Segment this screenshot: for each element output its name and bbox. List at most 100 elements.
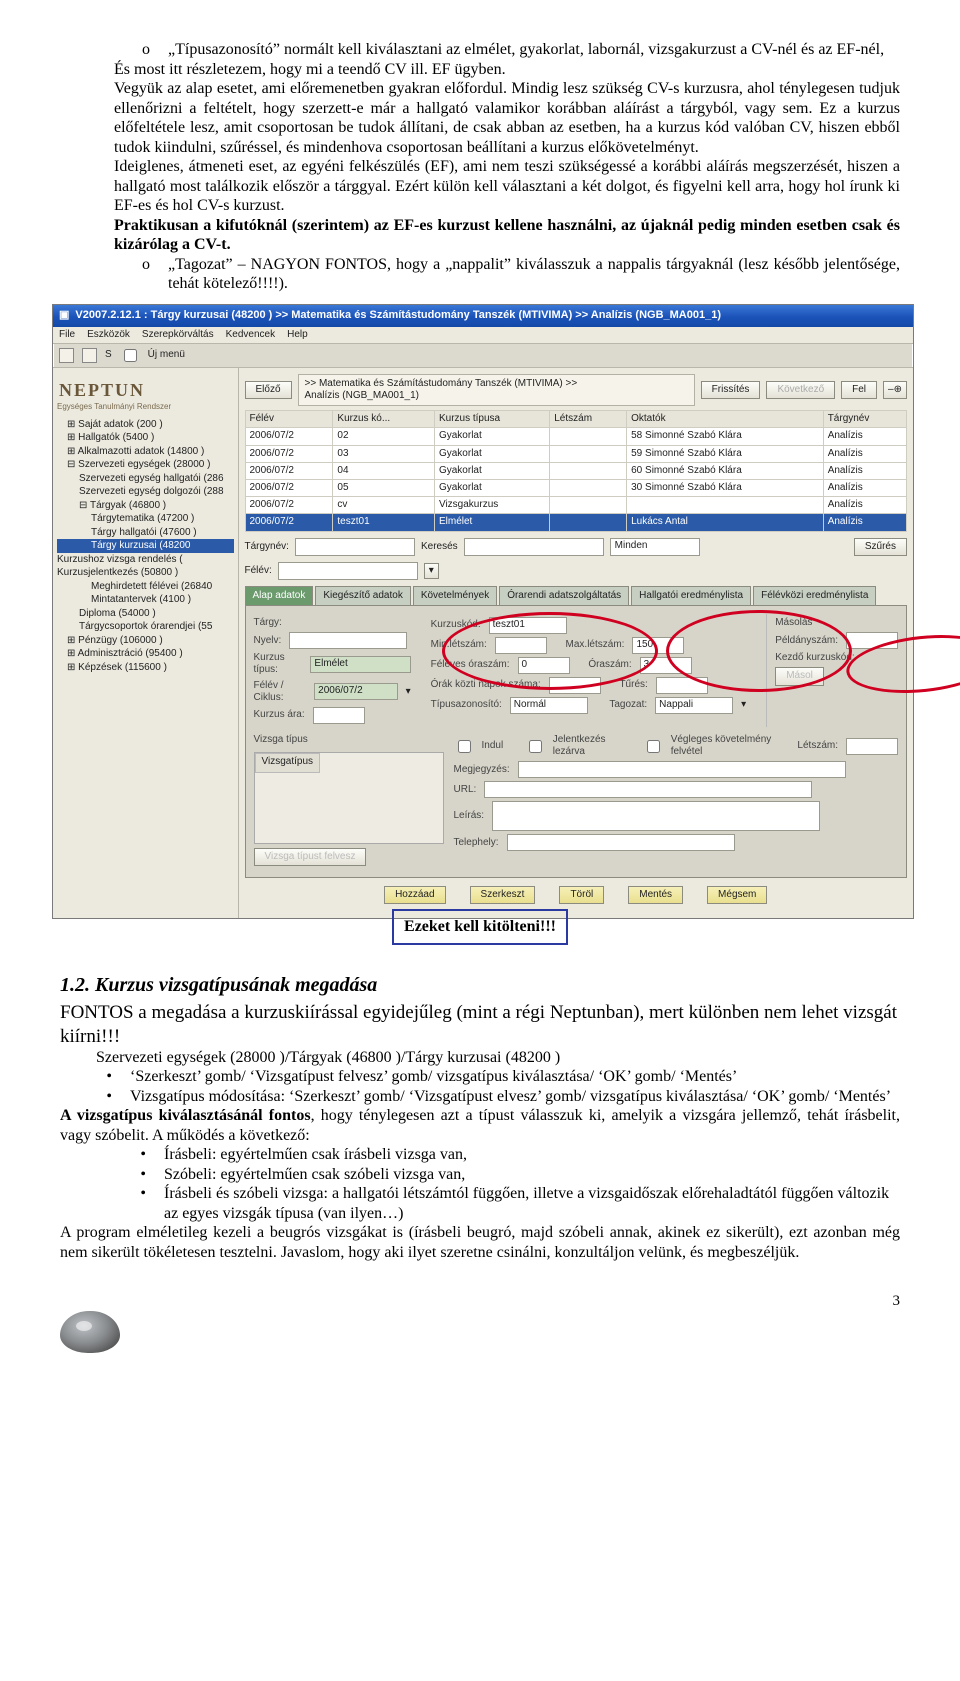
menu-help[interactable]: Help: [287, 329, 308, 341]
toolbar-fwd-icon[interactable]: [82, 348, 97, 363]
prev-button[interactable]: Előző: [245, 381, 292, 399]
grid-cell[interactable]: 2006/07/2: [245, 497, 333, 514]
tree-item[interactable]: Tárgytematika (47200 ): [57, 512, 234, 526]
grid-cell[interactable]: [550, 480, 627, 497]
fld-tagozat[interactable]: Nappali: [655, 697, 733, 714]
grid-cell[interactable]: [550, 462, 627, 479]
fld-nyelv[interactable]: [289, 632, 407, 649]
tree-item[interactable]: ⊞ Adminisztráció (95400 ): [57, 647, 234, 661]
tab-kovet[interactable]: Követelmények: [413, 586, 497, 605]
grid-cell[interactable]: [627, 497, 824, 514]
grid-header[interactable]: Kurzus kó...: [333, 411, 435, 428]
tab-hallgatoi[interactable]: Hallgatói eredménylista: [631, 586, 751, 605]
btn-mentes[interactable]: Mentés: [628, 886, 683, 904]
tree-item[interactable]: Tárgy hallgatói (47600 ): [57, 526, 234, 540]
tab-orarend[interactable]: Órarendi adatszolgáltatás: [499, 586, 629, 605]
btn-szerkeszt[interactable]: Szerkeszt: [470, 886, 536, 904]
grid-cell[interactable]: 60 Simonné Szabó Klára: [627, 462, 824, 479]
tree-item[interactable]: ⊞ Saját adatok (200 ): [57, 418, 234, 432]
menu-file[interactable]: File: [59, 329, 75, 341]
grid-cell[interactable]: [550, 514, 627, 531]
grid-cell[interactable]: [550, 428, 627, 445]
fld-megj[interactable]: [518, 761, 846, 778]
menu-role[interactable]: Szerepkörváltás: [142, 329, 214, 341]
grid-cell[interactable]: 2006/07/2: [245, 514, 333, 531]
grid-cell[interactable]: Gyakorlat: [434, 480, 549, 497]
grid-cell[interactable]: Analízis: [823, 462, 906, 479]
grid-cell[interactable]: Analízis: [823, 514, 906, 531]
semester-dd-icon[interactable]: ▾: [424, 563, 439, 579]
tree-item[interactable]: Diploma (54000 ): [57, 607, 234, 621]
grid-cell[interactable]: 58 Simonné Szabó Klára: [627, 428, 824, 445]
tree-item[interactable]: ⊟ Tárgyak (46800 ): [57, 499, 234, 513]
tree-item[interactable]: Szervezeti egység hallgatói (286: [57, 472, 234, 486]
tree-item[interactable]: Tárgy kurzusai (48200: [57, 539, 234, 553]
grid-header[interactable]: Létszám: [550, 411, 627, 428]
up-button[interactable]: Fel: [841, 381, 877, 399]
grid-header[interactable]: Félév: [245, 411, 333, 428]
tree-item[interactable]: ⊞ Pénzügy (106000 ): [57, 634, 234, 648]
tree-item[interactable]: Kurzusjelentkezés (50800 ): [57, 566, 234, 580]
vizsga-listbox[interactable]: Vizsgatípus: [254, 752, 444, 844]
tab-felevkozi[interactable]: Félévközi eredménylista: [753, 586, 876, 605]
fld-tipus[interactable]: Normál: [510, 697, 588, 714]
semester-input[interactable]: [278, 562, 418, 580]
grid-cell[interactable]: Vizsgakurzus: [434, 497, 549, 514]
nav-tree[interactable]: ⊞ Saját adatok (200 )⊞ Hallgatók (5400 )…: [57, 418, 234, 675]
chk-indul[interactable]: [458, 740, 471, 753]
tree-item[interactable]: Tárgycsoportok órarendjei (55: [57, 620, 234, 634]
dd-icon[interactable]: ▾: [406, 686, 411, 698]
filter-minden[interactable]: Minden: [610, 538, 700, 556]
fld-kurzustip[interactable]: Elmélet: [310, 656, 410, 673]
fld-telep[interactable]: [507, 834, 735, 851]
grid-cell[interactable]: 04: [333, 462, 435, 479]
pin-icon[interactable]: –⊕: [883, 381, 907, 399]
filter-targynev-input[interactable]: [295, 538, 415, 556]
fld-url[interactable]: [484, 781, 812, 798]
menu-tools[interactable]: Eszközök: [87, 329, 130, 341]
btn-hozzaad[interactable]: Hozzáad: [384, 886, 445, 904]
grid-cell[interactable]: 03: [333, 445, 435, 462]
grid-cell[interactable]: [550, 497, 627, 514]
chk-lezarva[interactable]: [529, 740, 542, 753]
toolbar-back-icon[interactable]: [59, 348, 74, 363]
grid-cell[interactable]: Gyakorlat: [434, 445, 549, 462]
toolbar-check[interactable]: [124, 349, 137, 362]
btn-megsem[interactable]: Mégsem: [707, 886, 767, 904]
grid-cell[interactable]: Gyakorlat: [434, 462, 549, 479]
tree-item[interactable]: ⊞ Alkalmazotti adatok (14800 ): [57, 445, 234, 459]
tree-item[interactable]: Szervezeti egység dolgozói (288: [57, 485, 234, 499]
tree-item[interactable]: ⊞ Képzések (115600 ): [57, 661, 234, 675]
tab-alap[interactable]: Alap adatok: [245, 586, 314, 605]
grid-cell[interactable]: Analízis: [823, 497, 906, 514]
tab-kieg[interactable]: Kiegészítő adatok: [315, 586, 411, 605]
grid-header[interactable]: Tárgynév: [823, 411, 906, 428]
fld-letszam[interactable]: [846, 738, 898, 755]
grid-cell[interactable]: teszt01: [333, 514, 435, 531]
tree-item[interactable]: Mintatantervek (4100 ): [57, 593, 234, 607]
grid-cell[interactable]: Elmélet: [434, 514, 549, 531]
grid-cell[interactable]: 2006/07/2: [245, 462, 333, 479]
refresh-button[interactable]: Frissítés: [701, 381, 761, 399]
filter-kereses-input[interactable]: [464, 538, 604, 556]
fld-leiras[interactable]: [492, 801, 820, 831]
grid-cell[interactable]: Analízis: [823, 480, 906, 497]
fld-felev[interactable]: 2006/07/2: [314, 683, 397, 700]
grid-cell[interactable]: 59 Simonné Szabó Klára: [627, 445, 824, 462]
course-grid[interactable]: FélévKurzus kó...Kurzus típusaLétszámOkt…: [245, 410, 908, 531]
grid-cell[interactable]: 02: [333, 428, 435, 445]
grid-header[interactable]: Kurzus típusa: [434, 411, 549, 428]
tree-item[interactable]: ⊟ Szervezeti egységek (28000 ): [57, 458, 234, 472]
tree-item[interactable]: ⊞ Hallgatók (5400 ): [57, 431, 234, 445]
grid-cell[interactable]: 2006/07/2: [245, 480, 333, 497]
tree-item[interactable]: Kurzushoz vizsga rendelés (: [57, 553, 234, 567]
tree-item[interactable]: Meghirdetett félévei (26840: [57, 580, 234, 594]
grid-cell[interactable]: [550, 445, 627, 462]
grid-header[interactable]: Oktatók: [627, 411, 824, 428]
menu-fav[interactable]: Kedvencek: [226, 329, 275, 341]
grid-cell[interactable]: Gyakorlat: [434, 428, 549, 445]
grid-cell[interactable]: 2006/07/2: [245, 445, 333, 462]
grid-cell[interactable]: Lukács Antal: [627, 514, 824, 531]
grid-cell[interactable]: cv: [333, 497, 435, 514]
grid-cell[interactable]: Analízis: [823, 428, 906, 445]
